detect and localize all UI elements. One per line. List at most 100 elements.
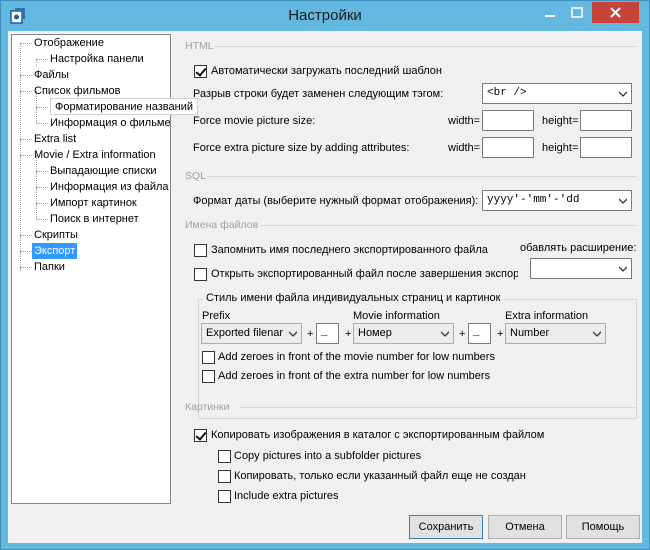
tree-item-file-info[interactable]: Информация из файла xyxy=(50,179,169,195)
minimize-button[interactable] xyxy=(537,3,563,23)
zeroes-extra-checkbox[interactable] xyxy=(202,370,215,383)
section-divider xyxy=(207,176,637,177)
extra-width-input[interactable] xyxy=(482,137,534,158)
tree-line xyxy=(20,43,32,44)
tree-item-panel-settings[interactable]: Настройка панели xyxy=(50,51,144,67)
subfolder-label: Copy pictures into a subfolder pictures xyxy=(234,450,422,462)
tree-line xyxy=(36,171,48,172)
movie-info-label: Movie information xyxy=(353,310,440,322)
tree-item-export[interactable]: Экспорт xyxy=(32,243,78,259)
tree-item-scripts[interactable]: Скрипты xyxy=(34,227,78,243)
remember-filename-checkbox[interactable] xyxy=(194,244,207,257)
date-format-select[interactable]: yyyy'-'mm'-'dd xyxy=(482,190,632,211)
autoload-template-label: Автоматически загружать последний шаблон xyxy=(211,65,442,77)
tree-line xyxy=(36,187,48,188)
separator1-input[interactable]: _ xyxy=(316,323,339,344)
chevron-down-icon xyxy=(593,331,601,337)
include-extra-label: Include extra pictures xyxy=(234,490,339,502)
include-extra-checkbox[interactable] xyxy=(218,490,231,503)
prefix-label: Prefix xyxy=(202,310,231,322)
tree-item-movie-list[interactable]: Список фильмов xyxy=(34,83,121,99)
plus-sign: + xyxy=(497,328,504,340)
zeroes-movie-label: Add zeroes in front of the movie number … xyxy=(218,351,495,363)
close-button[interactable] xyxy=(592,2,639,23)
tree-line xyxy=(36,123,48,124)
tree-line xyxy=(20,155,32,156)
help-button[interactable]: Помощь xyxy=(566,515,640,539)
tree-line xyxy=(20,235,32,236)
chevron-down-icon xyxy=(619,91,627,97)
tree-line xyxy=(20,139,32,140)
section-divider xyxy=(260,225,637,226)
tree-line xyxy=(36,59,48,60)
movie-height-input[interactable] xyxy=(580,110,632,131)
tree-item-movie-info[interactable]: Информация о фильме xyxy=(50,115,170,131)
tree-item-files[interactable]: Файлы xyxy=(34,67,69,83)
tree-line xyxy=(20,43,21,271)
prefix-select[interactable]: Exported filenar xyxy=(201,323,302,344)
tree-line xyxy=(20,91,32,92)
chevron-down-icon xyxy=(289,331,297,337)
tree-item-dropdown-lists[interactable]: Выпадающие списки xyxy=(50,163,157,179)
separator2-input[interactable]: _ xyxy=(468,323,491,344)
add-extension-label: обавлять расширение: xyxy=(520,242,637,254)
subfolder-checkbox[interactable] xyxy=(218,450,231,463)
section-pictures-title: Картинки xyxy=(185,401,230,413)
linebreak-tag-select[interactable]: <br /> xyxy=(482,83,632,104)
extra-info-label: Extra information xyxy=(505,310,589,322)
movie-width-label: width= xyxy=(448,115,481,127)
movie-info-value: Номер xyxy=(358,327,392,339)
movie-width-input[interactable] xyxy=(482,110,534,131)
tree-line xyxy=(20,75,32,76)
add-extension-select[interactable] xyxy=(530,258,632,279)
filename-style-group-title: Стиль имени файла индивидуальных страниц… xyxy=(203,292,504,304)
force-extra-size-label: Force extra picture size by adding attri… xyxy=(193,142,410,154)
tree-item-internet-search[interactable]: Поиск в интернет xyxy=(50,211,139,227)
tree-item-import-pictures[interactable]: Импорт картинок xyxy=(50,195,137,211)
save-button[interactable]: Сохранить xyxy=(409,515,483,539)
copy-pictures-checkbox[interactable] xyxy=(194,429,207,442)
date-format-label: Формат даты (выберите нужный формат отоб… xyxy=(193,195,479,207)
section-divider xyxy=(214,46,637,47)
plus-sign: + xyxy=(345,328,352,340)
chevron-down-icon xyxy=(619,266,627,272)
tree-item-display[interactable]: Отображение xyxy=(34,35,104,51)
zeroes-movie-checkbox[interactable] xyxy=(202,351,215,364)
tree-item-folders[interactable]: Папки xyxy=(34,259,65,275)
chevron-down-icon xyxy=(441,331,449,337)
open-exported-file-label: Открыть экспортированный файл после заве… xyxy=(211,268,518,280)
section-html-title: HTML xyxy=(185,40,214,52)
maximize-button[interactable] xyxy=(564,3,590,23)
force-movie-size-label: Force movie picture size: xyxy=(193,115,316,127)
tree-line xyxy=(20,267,32,268)
section-filenames-title: Имена файлов xyxy=(185,219,259,231)
tree-line xyxy=(20,251,32,252)
linebreak-tag-value: <br /> xyxy=(487,87,527,99)
open-exported-file-checkbox[interactable] xyxy=(194,268,207,281)
copy-only-if-checkbox[interactable] xyxy=(218,470,231,483)
tree-item-movie-extra-info[interactable]: Movie / Extra information xyxy=(34,147,156,163)
tree-line xyxy=(36,203,48,204)
autoload-template-checkbox[interactable] xyxy=(194,65,207,78)
cancel-button[interactable]: Отмена xyxy=(488,515,562,539)
linebreak-label: Разрыв строки будет заменен следующим тэ… xyxy=(193,88,444,100)
movie-info-select[interactable]: Номер xyxy=(353,323,454,344)
tree-item-extra-list[interactable]: Extra list xyxy=(34,131,76,147)
remember-filename-label: Запомнить имя последнего экспортированно… xyxy=(211,244,488,256)
settings-client-area: Отображение Настройка панели Файлы Списо… xyxy=(8,31,642,543)
chevron-down-icon xyxy=(619,198,627,204)
section-divider xyxy=(240,407,637,408)
extra-height-input[interactable] xyxy=(580,137,632,158)
extra-info-value: Number xyxy=(510,327,550,339)
movie-height-label: height= xyxy=(542,115,579,127)
title-bar[interactable]: Настройки xyxy=(1,1,649,31)
tree-item-title-formatting[interactable]: Форматирование названий xyxy=(50,98,198,115)
plus-sign: + xyxy=(307,328,314,340)
extra-height-label: height= xyxy=(542,142,579,154)
plus-sign: + xyxy=(459,328,466,340)
tree-line xyxy=(36,59,37,67)
date-format-value: yyyy'-'mm'-'dd xyxy=(487,194,580,206)
tree-line xyxy=(36,219,48,220)
copy-pictures-label: Копировать изображения в каталог с экспо… xyxy=(211,429,545,441)
extra-info-select[interactable]: Number xyxy=(505,323,606,344)
